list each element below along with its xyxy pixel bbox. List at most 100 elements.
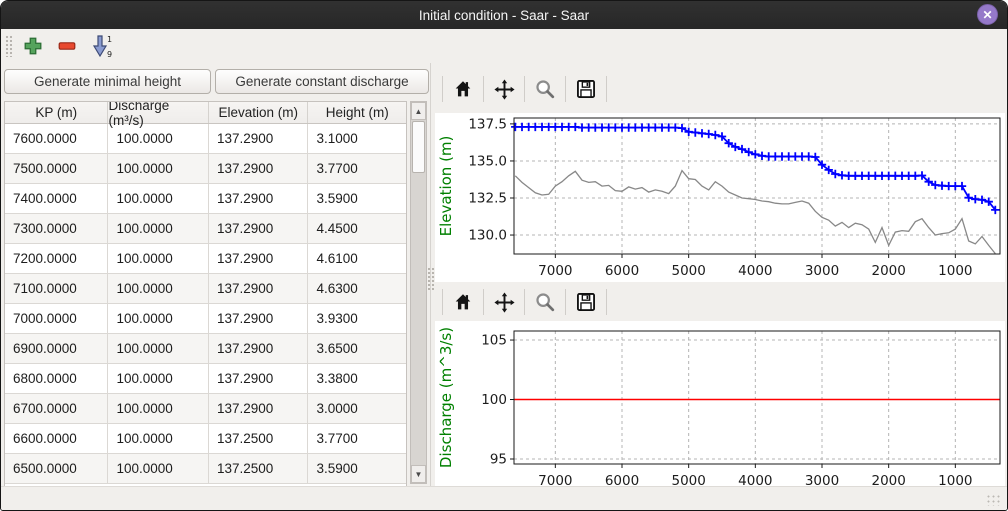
table-cell[interactable]: 7000.0000 [5,304,108,333]
save-button[interactable] [573,289,599,315]
table-cell[interactable]: 137.2500 [209,454,309,483]
table-cell[interactable]: 6900.0000 [5,334,108,363]
generate-minimal-height-button[interactable]: Generate minimal height [4,69,211,94]
table-cell[interactable]: 137.2900 [209,184,309,213]
table-cell[interactable]: 100.0000 [108,304,209,333]
table-cell[interactable]: 100.0000 [108,454,209,483]
vertical-splitter-handle[interactable] [427,267,434,291]
close-button[interactable]: ✕ [977,4,998,25]
home-button[interactable] [450,76,476,102]
column-header[interactable]: KP (m) [5,102,108,123]
table-cell[interactable]: 100.0000 [108,274,209,303]
separator [524,289,525,315]
table-cell[interactable]: 100.0000 [108,394,209,423]
table-cell[interactable]: 3.3800 [308,364,406,393]
table-row[interactable]: 7300.0000100.0000137.29004.4500 [5,214,406,244]
scrollbar-thumb[interactable] [412,121,425,173]
table-cell[interactable]: 6700.0000 [5,394,108,423]
table-row[interactable]: 6700.0000100.0000137.29003.0000 [5,394,406,424]
table-cell[interactable]: 100.0000 [108,364,209,393]
table-cell[interactable]: 3.0000 [308,394,406,423]
table-cell[interactable]: 137.2900 [209,124,309,153]
home-button[interactable] [450,289,476,315]
table-cell[interactable]: 7200.0000 [5,244,108,273]
table-row[interactable]: 7500.0000100.0000137.29003.7700 [5,154,406,184]
table-cell[interactable]: 137.2500 [209,424,309,453]
scroll-up-button[interactable]: ▲ [411,102,426,120]
table-row[interactable]: 6600.0000100.0000137.25003.7700 [5,424,406,454]
remove-row-button[interactable] [54,33,80,59]
table-cell[interactable]: 6500.0000 [5,454,108,483]
table-row[interactable]: 7600.0000100.0000137.29003.1000 [5,124,406,154]
table-cell[interactable]: 137.2900 [209,214,309,243]
table-cell[interactable]: 100.0000 [108,424,209,453]
close-icon: ✕ [982,9,992,21]
table-cell[interactable]: 3.7700 [308,154,406,183]
table-cell[interactable]: 7400.0000 [5,184,108,213]
table-cell[interactable]: 100.0000 [108,154,209,183]
table-cell[interactable]: 3.1000 [308,124,406,153]
svg-text:4000: 4000 [738,473,772,487]
column-header[interactable]: Elevation (m) [209,102,309,123]
table-row[interactable]: 6500.0000100.0000137.25003.5900 [5,454,406,484]
table-cell[interactable]: 4.6100 [308,244,406,273]
table-row[interactable]: 7100.0000100.0000137.29004.6300 [5,274,406,304]
pan-button[interactable] [491,76,517,102]
table-row[interactable]: 7000.0000100.0000137.29003.9300 [5,304,406,334]
table-row[interactable]: 6900.0000100.0000137.29003.6500 [5,334,406,364]
table-cell[interactable]: 100.0000 [108,124,209,153]
window-resize-grip[interactable] [986,494,1002,506]
home-icon [452,78,474,100]
separator [565,76,566,102]
main-toolbar: 1 9 [1,29,1007,63]
table-cell[interactable]: 3.5900 [308,454,406,483]
sort-rows-button[interactable]: 1 9 [88,33,114,59]
table-cell[interactable]: 4.6300 [308,274,406,303]
scroll-down-button[interactable]: ▼ [411,465,426,483]
table-row[interactable]: 7400.0000100.0000137.29003.5900 [5,184,406,214]
table-cell[interactable]: 137.2900 [209,304,309,333]
table-row[interactable]: 6800.0000100.0000137.29003.3800 [5,364,406,394]
table-cell[interactable]: 137.2900 [209,244,309,273]
save-button[interactable] [573,76,599,102]
table-cell[interactable]: 7300.0000 [5,214,108,243]
table-cell[interactable]: 6800.0000 [5,364,108,393]
elevation-plot-canvas[interactable]: 7000600050004000300020001000137.5135.013… [435,113,1005,282]
table-cell[interactable]: 7600.0000 [5,124,108,153]
table-cell[interactable]: 7500.0000 [5,154,108,183]
table-cell[interactable]: 137.2900 [209,394,309,423]
column-header[interactable]: Height (m) [308,102,406,123]
pan-button[interactable] [491,289,517,315]
table-cell[interactable]: 137.2900 [209,154,309,183]
table-cell[interactable]: 137.2900 [209,334,309,363]
table-cell[interactable]: 100.0000 [108,334,209,363]
table-cell[interactable]: 3.5900 [308,184,406,213]
add-row-button[interactable] [20,33,46,59]
zoom-button[interactable] [532,289,558,315]
titlebar[interactable]: Initial condition - Saar - Saar ✕ [1,1,1007,29]
table-cell[interactable]: 4.4500 [308,214,406,243]
separator [483,76,484,102]
svg-text:3000: 3000 [805,263,839,279]
table-cell[interactable]: 137.2900 [209,364,309,393]
toolbar-drag-handle[interactable] [5,35,12,57]
table-scrollbar[interactable]: ▲ ▼ [410,101,427,484]
svg-text:135.0: 135.0 [468,153,507,169]
table-cell[interactable]: 100.0000 [108,244,209,273]
table-row[interactable]: 7200.0000100.0000137.29004.6100 [5,244,406,274]
table-cell[interactable]: 100.0000 [108,184,209,213]
table-cell[interactable]: 6600.0000 [5,424,108,453]
table-cell[interactable]: 137.2900 [209,274,309,303]
column-header[interactable]: Discharge (m³/s) [108,102,209,123]
table-cell[interactable]: 3.7700 [308,424,406,453]
table-cell[interactable]: 3.6500 [308,334,406,363]
table-cell[interactable]: 100.0000 [108,214,209,243]
generate-constant-discharge-button[interactable]: Generate constant discharge [215,69,429,94]
zoom-button[interactable] [532,76,558,102]
home-icon [452,291,474,313]
initial-condition-window: Initial condition - Saar - Saar ✕ 1 9 Ge [0,0,1008,511]
table-cell[interactable]: 7100.0000 [5,274,108,303]
discharge-plot-canvas[interactable]: 700060005000400030002000100010510095Disc… [435,321,1005,487]
minus-icon [56,35,78,57]
table-cell[interactable]: 3.9300 [308,304,406,333]
